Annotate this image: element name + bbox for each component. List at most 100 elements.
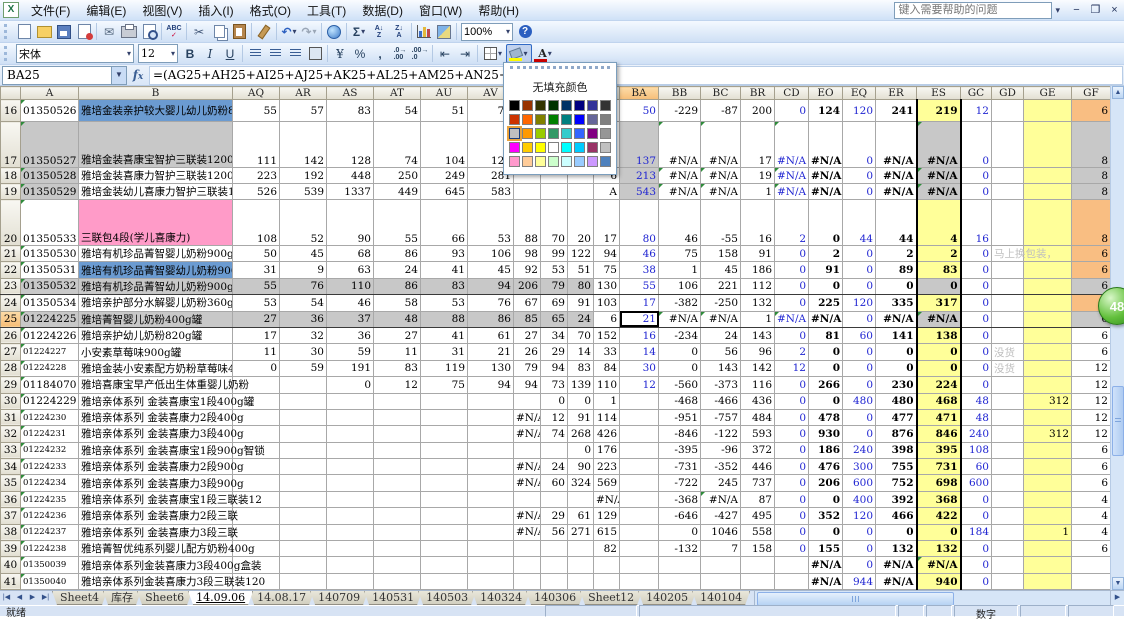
cell-AV32[interactable] xyxy=(468,426,514,442)
cell-A25[interactable]: 01224225 xyxy=(21,311,79,327)
cell-GE40[interactable] xyxy=(1024,557,1072,573)
cell-EO39[interactable]: 155 xyxy=(809,541,843,557)
color-swatch-CCFFCC[interactable] xyxy=(548,156,559,167)
color-swatch-333300[interactable] xyxy=(535,100,546,111)
cell-BR38[interactable]: 558 xyxy=(741,524,775,540)
cell-GF38[interactable]: 4 xyxy=(1072,524,1111,540)
cell-AS17[interactable]: 128 xyxy=(327,122,374,168)
cell-GE33[interactable] xyxy=(1024,442,1072,458)
cell-BA26[interactable]: 16 xyxy=(620,327,659,343)
cell-GF16[interactable]: 6 xyxy=(1072,100,1111,122)
cell-EO28[interactable]: 0 xyxy=(809,360,843,376)
cell-BA24[interactable]: 17 xyxy=(620,295,659,311)
cell-AX41[interactable] xyxy=(541,573,568,589)
cell-AW23[interactable]: 206 xyxy=(514,278,541,294)
menu-数据D[interactable]: 数据(D) xyxy=(354,2,411,20)
cell-A30[interactable]: 01224229 xyxy=(21,393,79,409)
row-header-35[interactable]: 35 xyxy=(1,475,21,491)
cell-BC19[interactable]: #N/A xyxy=(701,184,741,200)
cell-A22[interactable]: 01350531 xyxy=(21,262,79,278)
cell-GD21[interactable]: 马上换包装， xyxy=(992,246,1024,262)
row-header-28[interactable]: 28 xyxy=(1,360,21,376)
color-swatch-000000[interactable] xyxy=(509,100,520,111)
row-header-26[interactable]: 26 xyxy=(1,327,21,343)
cell-AV40[interactable] xyxy=(468,557,514,573)
cell-B33[interactable]: 雅培亲体系列 金装喜康宝1段900g智锁 xyxy=(79,442,233,458)
cell-BB39[interactable]: -132 xyxy=(659,541,701,557)
cell-AR22[interactable]: 9 xyxy=(280,262,327,278)
cell-BC39[interactable]: 7 xyxy=(701,541,741,557)
cell-AS25[interactable]: 37 xyxy=(327,311,374,327)
cell-EO21[interactable]: 2 xyxy=(809,246,843,262)
sheet-tab-14.08.17[interactable]: 14.08.17 xyxy=(249,591,314,605)
cell-ES16[interactable]: 219 xyxy=(917,100,961,122)
cell-GE23[interactable] xyxy=(1024,278,1072,294)
cell-CD28[interactable]: 12 xyxy=(775,360,809,376)
cell-GD19[interactable] xyxy=(992,184,1024,200)
cell-AT34[interactable] xyxy=(374,459,421,475)
cell-A17[interactable]: 01350527 xyxy=(21,122,79,168)
new-button[interactable] xyxy=(14,22,34,41)
cell-AV19[interactable]: 583 xyxy=(468,184,514,200)
menu-格式O[interactable]: 格式(O) xyxy=(242,2,299,20)
cell-AU21[interactable]: 93 xyxy=(421,246,468,262)
cell-AV28[interactable]: 130 xyxy=(468,360,514,376)
cell-AX21[interactable]: 99 xyxy=(541,246,568,262)
cell-AV39[interactable] xyxy=(468,541,514,557)
cell-AX23[interactable]: 79 xyxy=(541,278,568,294)
cell-GE25[interactable] xyxy=(1024,311,1072,327)
cell-AT20[interactable]: 55 xyxy=(374,200,421,246)
cell-CD17[interactable]: #N/A xyxy=(775,122,809,168)
row-header-21[interactable]: 21 xyxy=(1,246,21,262)
cell-AS31[interactable] xyxy=(327,409,374,425)
cell-B24[interactable]: 雅培亲护部分水解婴儿奶粉360g xyxy=(79,295,233,311)
print-preview-button[interactable] xyxy=(139,22,159,41)
menu-视图V[interactable]: 视图(V) xyxy=(134,2,190,20)
cell-ER32[interactable]: 876 xyxy=(876,426,917,442)
cell-ES32[interactable]: 846 xyxy=(917,426,961,442)
sheet-tab-库存[interactable]: 库存 xyxy=(103,591,141,605)
cell-BR34[interactable]: 446 xyxy=(741,459,775,475)
cell-ES20[interactable]: 4 xyxy=(917,200,961,246)
col-header-ER[interactable]: ER xyxy=(876,87,917,100)
cell-AS28[interactable]: 191 xyxy=(327,360,374,376)
row-header-37[interactable]: 37 xyxy=(1,508,21,524)
underline-button[interactable]: U xyxy=(220,44,240,63)
color-swatch-FF9900[interactable] xyxy=(522,128,533,139)
cell-AW37[interactable]: #N/A xyxy=(514,508,541,524)
cell-AX31[interactable]: 12 xyxy=(541,409,568,425)
cell-EQ36[interactable]: 400 xyxy=(843,491,876,507)
percent-button[interactable]: % xyxy=(350,44,370,63)
row-header-30[interactable]: 30 xyxy=(1,393,21,409)
cell-AQ37[interactable] xyxy=(233,508,280,524)
cell-AZ41[interactable] xyxy=(594,573,620,589)
cell-BR30[interactable]: 436 xyxy=(741,393,775,409)
cell-A20[interactable]: 01350533 xyxy=(21,200,79,246)
color-swatch-666699[interactable] xyxy=(587,114,598,125)
cell-BB40[interactable] xyxy=(659,557,701,573)
scroll-down-icon[interactable]: ▼ xyxy=(1112,577,1124,590)
cell-GF33[interactable]: 6 xyxy=(1072,442,1111,458)
sheet-tab-140205[interactable]: 140205 xyxy=(638,591,696,605)
cell-GC30[interactable]: 48 xyxy=(961,393,992,409)
cell-BB22[interactable]: 1 xyxy=(659,262,701,278)
cell-AU20[interactable]: 66 xyxy=(421,200,468,246)
cell-BB36[interactable]: -368 xyxy=(659,491,701,507)
cell-AV35[interactable] xyxy=(468,475,514,491)
color-swatch-FFFFFF[interactable] xyxy=(548,142,559,153)
cell-BA34[interactable] xyxy=(620,459,659,475)
cell-AY40[interactable] xyxy=(568,557,594,573)
cell-GE32[interactable]: 312 xyxy=(1024,426,1072,442)
cell-AW31[interactable]: #N/A xyxy=(514,409,541,425)
color-swatch-FF00FF[interactable] xyxy=(509,142,520,153)
cell-AS39[interactable] xyxy=(327,541,374,557)
cell-GD31[interactable] xyxy=(992,409,1024,425)
cell-BC36[interactable]: #N/A xyxy=(701,491,741,507)
cell-AR21[interactable]: 45 xyxy=(280,246,327,262)
cell-GE37[interactable] xyxy=(1024,508,1072,524)
fx-icon[interactable]: fx xyxy=(127,68,149,82)
color-swatch-003366[interactable] xyxy=(561,100,572,111)
cell-AU28[interactable]: 119 xyxy=(421,360,468,376)
cell-BC18[interactable]: #N/A xyxy=(701,168,741,184)
cell-CD29[interactable]: 0 xyxy=(775,377,809,393)
